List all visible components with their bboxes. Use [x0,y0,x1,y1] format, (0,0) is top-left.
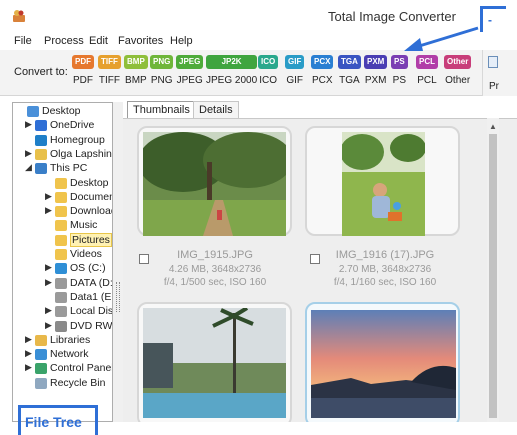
network-icon [35,349,47,361]
tab-details[interactable]: Details [193,101,239,118]
tree-expander-icon[interactable]: ▶ [45,191,52,202]
scrollbar-thumb[interactable] [489,134,497,418]
tree-item-label: OS (C:) [70,262,106,275]
tree-expander-icon[interactable]: ▶ [25,362,32,373]
tree-item-label: Libraries [50,333,91,346]
drive-icon [55,277,67,289]
thumbnail-grid: IMG_1915.JPG 4.26 MB, 3648x2736 f/4, 1/5… [123,118,517,422]
file-tree-caption: File Tree [18,405,98,435]
tree-expander-icon[interactable]: ▶ [25,334,32,345]
recycle-bin-icon [35,377,47,389]
tree-expander-icon[interactable]: ▶ [25,148,32,159]
tree-item-label: DATA (D:) [70,276,113,289]
user-folder-icon [35,148,47,160]
tree-item-label: Network [50,348,89,361]
photo-palm-pool [143,308,286,418]
tree-item-label: Documents [70,190,112,203]
tree-item-label: Homegroup [50,133,105,146]
photo-sunset-bay [311,310,456,418]
folder-icon [55,191,67,203]
cloud-icon [35,120,47,132]
file-name: IMG_1916 (17).JPG [335,249,435,261]
windows-drive-icon [55,263,67,275]
tree-expander-icon[interactable]: ▶ [25,119,32,130]
dvd-drive-icon [55,320,67,332]
thumbnail-card[interactable] [137,302,292,422]
view-tabs: Thumbnails Details [123,98,517,118]
tree-item-label: Data1 (E:) [70,290,112,303]
annotation-arrow-icon [404,26,479,51]
tree-item-label: Desktop [70,176,109,189]
vertical-scrollbar[interactable]: ▲ [487,118,499,422]
file-exif: f/4, 1/500 sec, ISO 160 [163,277,267,288]
tree-item-label: Downloads [70,205,112,218]
photo-garden-path [143,132,286,236]
computer-icon [35,163,47,175]
drive-icon [55,291,67,303]
tree-item-label: Local Disk [70,305,113,318]
tree-item-label: This PC [50,162,88,175]
folder-icon [55,206,67,218]
tree-item-label: Olga Lapshino [50,147,113,160]
file-size: 2.70 MB, 3648x2736 [338,264,432,275]
drive-icon [55,306,67,318]
splitter-grip[interactable] [116,282,120,312]
tree-item-label: Pictures [70,232,112,247]
thumbnail-card[interactable] [305,302,460,422]
tree-item-label: Desktop [42,105,81,117]
homegroup-icon [35,134,47,146]
tab-thumbnails[interactable]: Thumbnails [127,101,196,118]
tree-expander-icon[interactable]: ▶ [25,348,32,359]
folder-tree[interactable]: Desktop ▶ OneDrive Homegroup ▶ Olga Lapshino ◢… [12,102,113,422]
folder-icon [55,220,67,232]
tree-expander-icon[interactable]: ◢ [25,162,32,173]
tree-expander-icon[interactable]: ▶ [45,305,52,316]
tree-item-label: Videos [70,248,102,260]
folder-icon [55,234,67,246]
photo-child-playing [342,132,425,236]
panel-splitter[interactable] [113,102,123,422]
desktop-icon [27,106,39,117]
folder-icon [55,249,67,260]
tree-item-label: OneDrive [50,119,95,132]
scroll-up-icon[interactable]: ▲ [489,122,497,131]
libraries-icon [35,334,47,346]
file-name: IMG_1915.JPG [177,249,253,261]
file-size: 4.26 MB, 3648x2736 [168,264,262,275]
file-exif: f/4, 1/160 sec, ISO 160 [333,277,437,288]
tree-expander-icon[interactable]: ▶ [45,277,52,288]
thumbnail-card[interactable] [137,126,292,236]
tree-expander-icon[interactable]: ▶ [45,262,52,273]
control-panel-icon [35,363,47,375]
folder-icon [55,177,67,189]
tree-item-label: DVD RW D [70,319,113,332]
tree-item-label: Recycle Bin [50,376,106,389]
thumbnail-card[interactable] [305,126,460,236]
tree-expander-icon[interactable]: ▶ [45,320,52,331]
tree-item-label: Control Panel [50,362,113,375]
tree-item-label: Music [70,219,98,232]
tree-expander-icon[interactable]: ▶ [45,205,52,216]
